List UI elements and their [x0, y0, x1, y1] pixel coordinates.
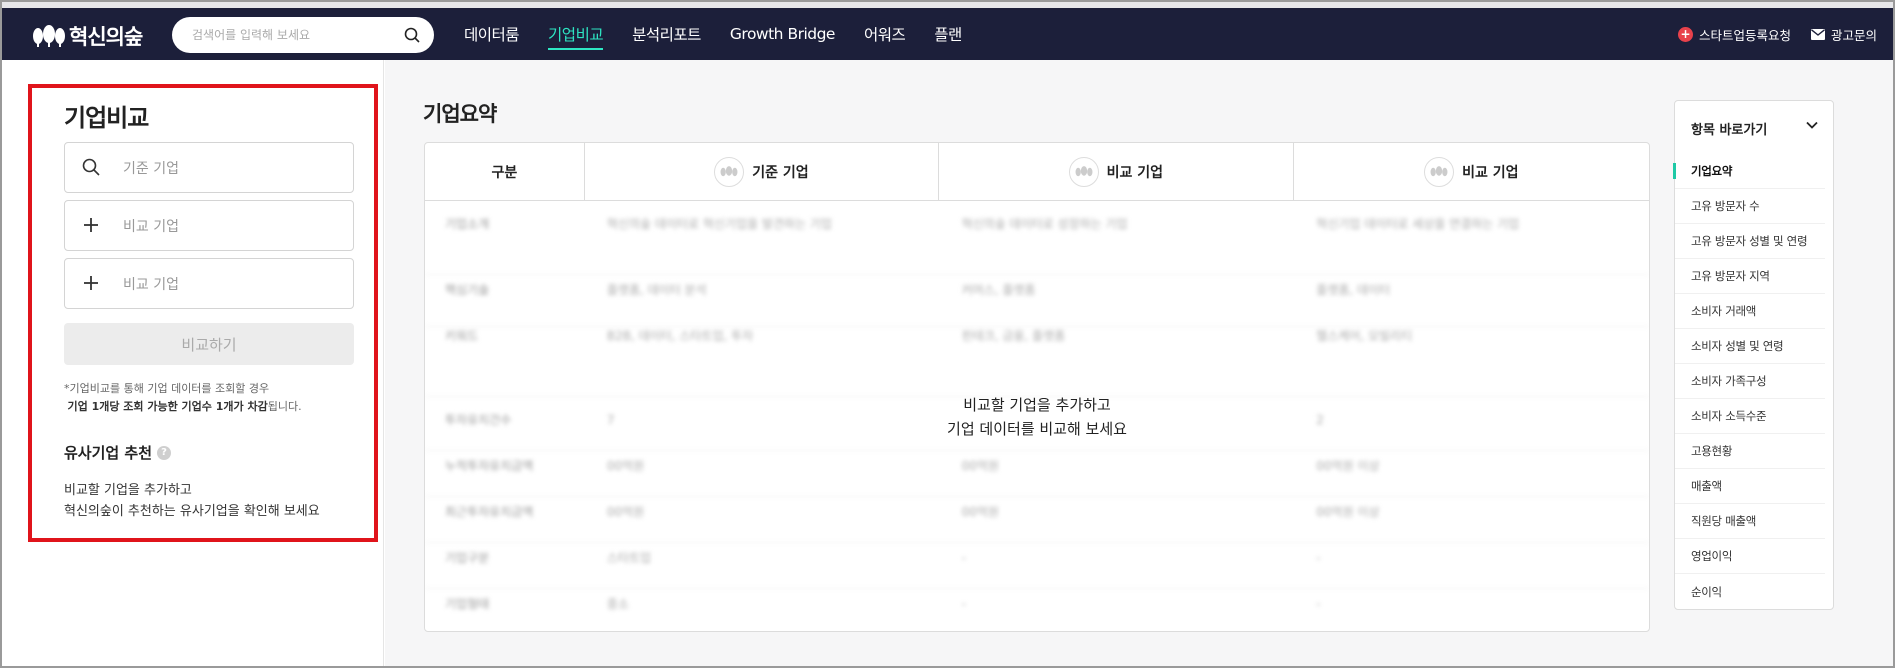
comparison-table: 구분 기준 기업 비교 기업 비교 기업 기업소개 혁신의숲 데이터로 혁신기업… — [424, 142, 1650, 632]
search-icon — [82, 158, 100, 176]
help-icon[interactable]: ? — [157, 445, 172, 460]
shortcut-item[interactable]: 고유 방문자 수 — [1675, 189, 1825, 224]
nav-company-compare[interactable]: 기업비교 — [548, 8, 604, 60]
app-window: 혁신의숲 데이터룸 기업비교 분석리포트 Growth Bridge 어워즈 플… — [0, 0, 1895, 668]
startup-request-label: 스타트업등록요청 — [1698, 27, 1791, 43]
shortcut-title: 항목 바로가기 — [1691, 123, 1768, 138]
col-header-compare-2-text: 비교 기업 — [1462, 165, 1519, 181]
shortcut-item[interactable]: 순이익 — [1675, 574, 1825, 609]
nav-dataroom[interactable]: 데이터룸 — [464, 8, 520, 60]
section-title: 기업요약 — [423, 102, 497, 126]
shortcut-list: 기업요약 고유 방문자 수 고유 방문자 성별 및 연령 고유 방문자 지역 소… — [1673, 154, 1833, 609]
nav-plan[interactable]: 플랜 — [934, 8, 962, 60]
logo[interactable]: 혁신의숲 — [32, 21, 143, 51]
main-nav: 데이터룸 기업비교 분석리포트 Growth Bridge 어워즈 플랜 — [464, 8, 991, 60]
panel-title: 기업비교 — [64, 104, 149, 132]
recommend-description: 비교할 기업을 추가하고 혁신의숲이 추천하는 유사기업을 확인해 보세요 — [64, 480, 320, 522]
recommend-title-text: 유사기업 추천 — [64, 444, 153, 462]
shortcut-item[interactable]: 고용현황 — [1675, 434, 1825, 469]
notice-line-1: *기업비교를 통해 기업 데이터를 조회할 경우 — [64, 382, 270, 395]
compare-company-placeholder: 비교 기업 — [123, 276, 179, 293]
compare-company-placeholder: 비교 기업 — [123, 218, 179, 235]
base-company-input[interactable]: 기준 기업 — [64, 142, 354, 193]
col-header-compare-1-text: 비교 기업 — [1106, 165, 1164, 181]
nav-growth-bridge[interactable]: Growth Bridge — [730, 8, 836, 60]
empty-state-overlay: 비교할 기업을 추가하고 기업 데이터를 비교해 보세요 — [425, 201, 1649, 631]
chevron-down-icon[interactable] — [1805, 118, 1819, 132]
col-header-compare-2: 비교 기업 — [1294, 143, 1649, 201]
startup-request-link[interactable]: + 스타트업등록요청 — [1677, 25, 1791, 44]
company-avatar-icon — [1424, 157, 1455, 187]
shortcut-item-summary[interactable]: 기업요약 — [1673, 154, 1825, 189]
top-header: 혁신의숲 데이터룸 기업비교 분석리포트 Growth Bridge 어워즈 플… — [2, 8, 1893, 60]
shortcut-item[interactable]: 소비자 거래액 — [1675, 294, 1825, 329]
shortcut-item[interactable]: 고유 방문자 지역 — [1675, 259, 1825, 294]
ad-inquiry-link[interactable]: 광고문의 — [1810, 25, 1877, 44]
nav-analysis-report[interactable]: 분석리포트 — [632, 8, 701, 60]
notice-tail: 됩니다. — [267, 400, 302, 413]
plus-icon — [84, 276, 98, 290]
forest-logo-icon — [33, 25, 65, 47]
company-avatar-icon — [714, 157, 745, 187]
compare-company-input-2[interactable]: 비교 기업 — [64, 258, 354, 309]
plus-icon — [84, 218, 98, 232]
header-actions: + 스타트업등록요청 광고문의 — [1658, 8, 1877, 60]
search-icon[interactable] — [404, 27, 420, 43]
mail-icon — [1810, 28, 1825, 40]
col-header-compare-1: 비교 기업 — [939, 143, 1294, 201]
shortcut-item[interactable]: 매출액 — [1675, 469, 1825, 504]
shortcut-item[interactable]: 직원당 매출액 — [1675, 504, 1825, 539]
col-header-base: 기준 기업 — [585, 143, 940, 201]
notice-bold: 기업 1개당 조회 가능한 기업수 1개가 차감 — [67, 400, 268, 413]
shortcut-item[interactable]: 소비자 가족구성 — [1675, 364, 1825, 399]
search-bar[interactable] — [172, 17, 434, 53]
recommend-desc-line-2: 혁신의숲이 추천하는 유사기업을 확인해 보세요 — [64, 504, 320, 519]
compare-button[interactable]: 비교하기 — [64, 323, 354, 365]
base-company-placeholder: 기준 기업 — [123, 160, 179, 177]
recommend-title: 유사기업 추천 ? — [64, 442, 172, 463]
logo-text: 혁신의숲 — [69, 25, 143, 49]
empty-line-2: 기업 데이터를 비교해 보세요 — [947, 420, 1127, 438]
section-shortcut-panel: 항목 바로가기 기업요약 고유 방문자 수 고유 방문자 성별 및 연령 고유 … — [1673, 100, 1834, 610]
plus-circle-icon: + — [1677, 26, 1693, 42]
nav-awards[interactable]: 어워즈 — [864, 8, 906, 60]
compare-company-input-1[interactable]: 비교 기업 — [64, 200, 354, 251]
empty-state-message: 비교할 기업을 추가하고 기업 데이터를 비교해 보세요 — [947, 393, 1127, 441]
table-header: 구분 기준 기업 비교 기업 비교 기업 — [425, 143, 1649, 201]
search-input[interactable] — [192, 28, 392, 42]
usage-notice: *기업비교를 통해 기업 데이터를 조회할 경우 기업 1개당 조회 가능한 기… — [64, 380, 302, 416]
ad-inquiry-label: 광고문의 — [1830, 27, 1877, 43]
company-avatar-icon — [1068, 157, 1099, 187]
recommend-desc-line-1: 비교할 기업을 추가하고 — [64, 483, 192, 498]
col-header-label: 구분 — [425, 143, 585, 201]
shortcut-item[interactable]: 고유 방문자 성별 및 연령 — [1675, 224, 1825, 259]
col-header-base-text: 기준 기업 — [752, 165, 809, 181]
empty-line-1: 비교할 기업을 추가하고 — [963, 396, 1111, 414]
shortcut-item[interactable]: 영업이익 — [1675, 539, 1825, 574]
shortcut-item[interactable]: 소비자 성별 및 연령 — [1675, 329, 1825, 364]
shortcut-item[interactable]: 소비자 소득수준 — [1675, 399, 1825, 434]
